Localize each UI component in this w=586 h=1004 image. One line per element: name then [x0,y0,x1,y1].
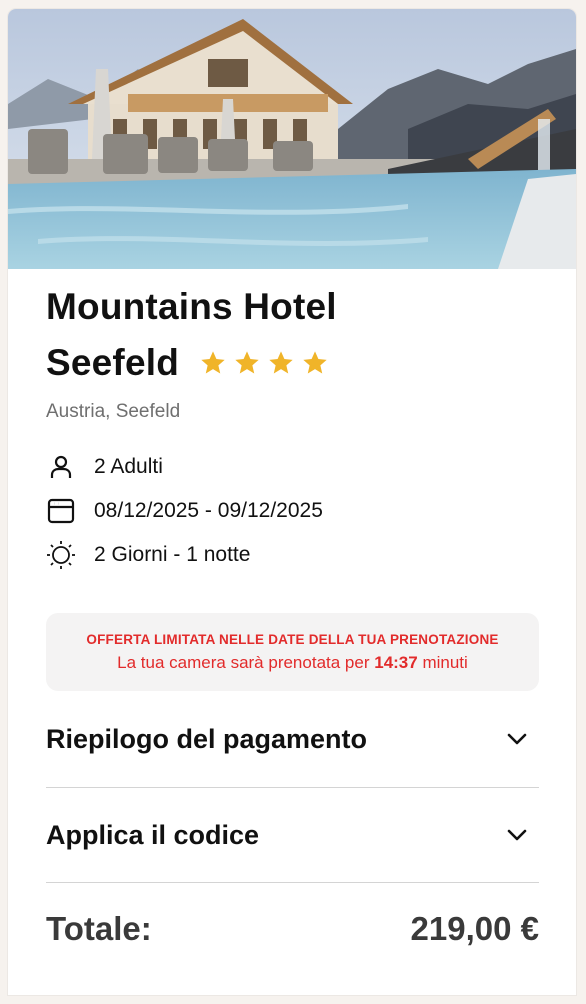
total-label: Totale: [46,910,152,947]
offer-text-before: La tua camera sarà prenotata per [117,652,370,672]
dates-text: 08/12/2025 - 09/12/2025 [94,499,323,522]
star-icon [235,351,259,374]
offer-countdown: 14:37 [374,652,418,672]
hotel-name-line1: Mountains Hotel [46,286,337,327]
checkout-accordion: Riepilogo del pagamento Applica il codic… [46,691,539,883]
sun-icon [46,540,76,570]
booking-details: 2 Adulti 08/12/2025 - 09/12/2025 2 Giorn… [46,445,539,577]
user-icon [46,452,76,482]
calendar-icon [46,496,76,526]
total-value: 219,00 € [410,910,539,947]
duration-row: 2 Giorni - 1 notte [46,533,539,577]
limited-offer-banner: OFFERTA LIMITATA NELLE DATE DELLA TUA PR… [46,613,539,691]
offer-headline: OFFERTA LIMITATA NELLE DATE DELLA TUA PR… [86,631,499,647]
apply-code-toggle[interactable]: Applica il codice [46,788,539,883]
hotel-summary-card: Mountains Hotel Seefeld Austria, Seefeld [8,9,576,995]
chevron-down-icon[interactable] [503,821,531,849]
dates-row: 08/12/2025 - 09/12/2025 [46,489,539,533]
guests-row: 2 Adulti [46,445,539,489]
payment-summary-label: Riepilogo del pagamento [46,723,368,754]
hotel-location: Austria, Seefeld [46,401,181,422]
hotel-photo [8,9,576,269]
star-rating [199,349,329,377]
star-icon [269,351,293,374]
total-row: Totale: 219,00 € [46,883,539,975]
chevron-down-icon[interactable] [503,725,531,753]
apply-code-label: Applica il codice [46,819,260,850]
duration-text: 2 Giorni - 1 notte [94,543,251,566]
star-icon [303,351,327,374]
star-icon [201,351,225,374]
hotel-name: Mountains Hotel [46,279,539,335]
payment-summary-toggle[interactable]: Riepilogo del pagamento [46,691,539,788]
offer-countdown-text: La tua camera sarà prenotata per 14:37 m… [117,653,468,673]
offer-text-after: minuti [422,652,468,672]
hotel-name-line2: Seefeld [46,342,180,383]
guests-text: 2 Adulti [94,455,163,478]
